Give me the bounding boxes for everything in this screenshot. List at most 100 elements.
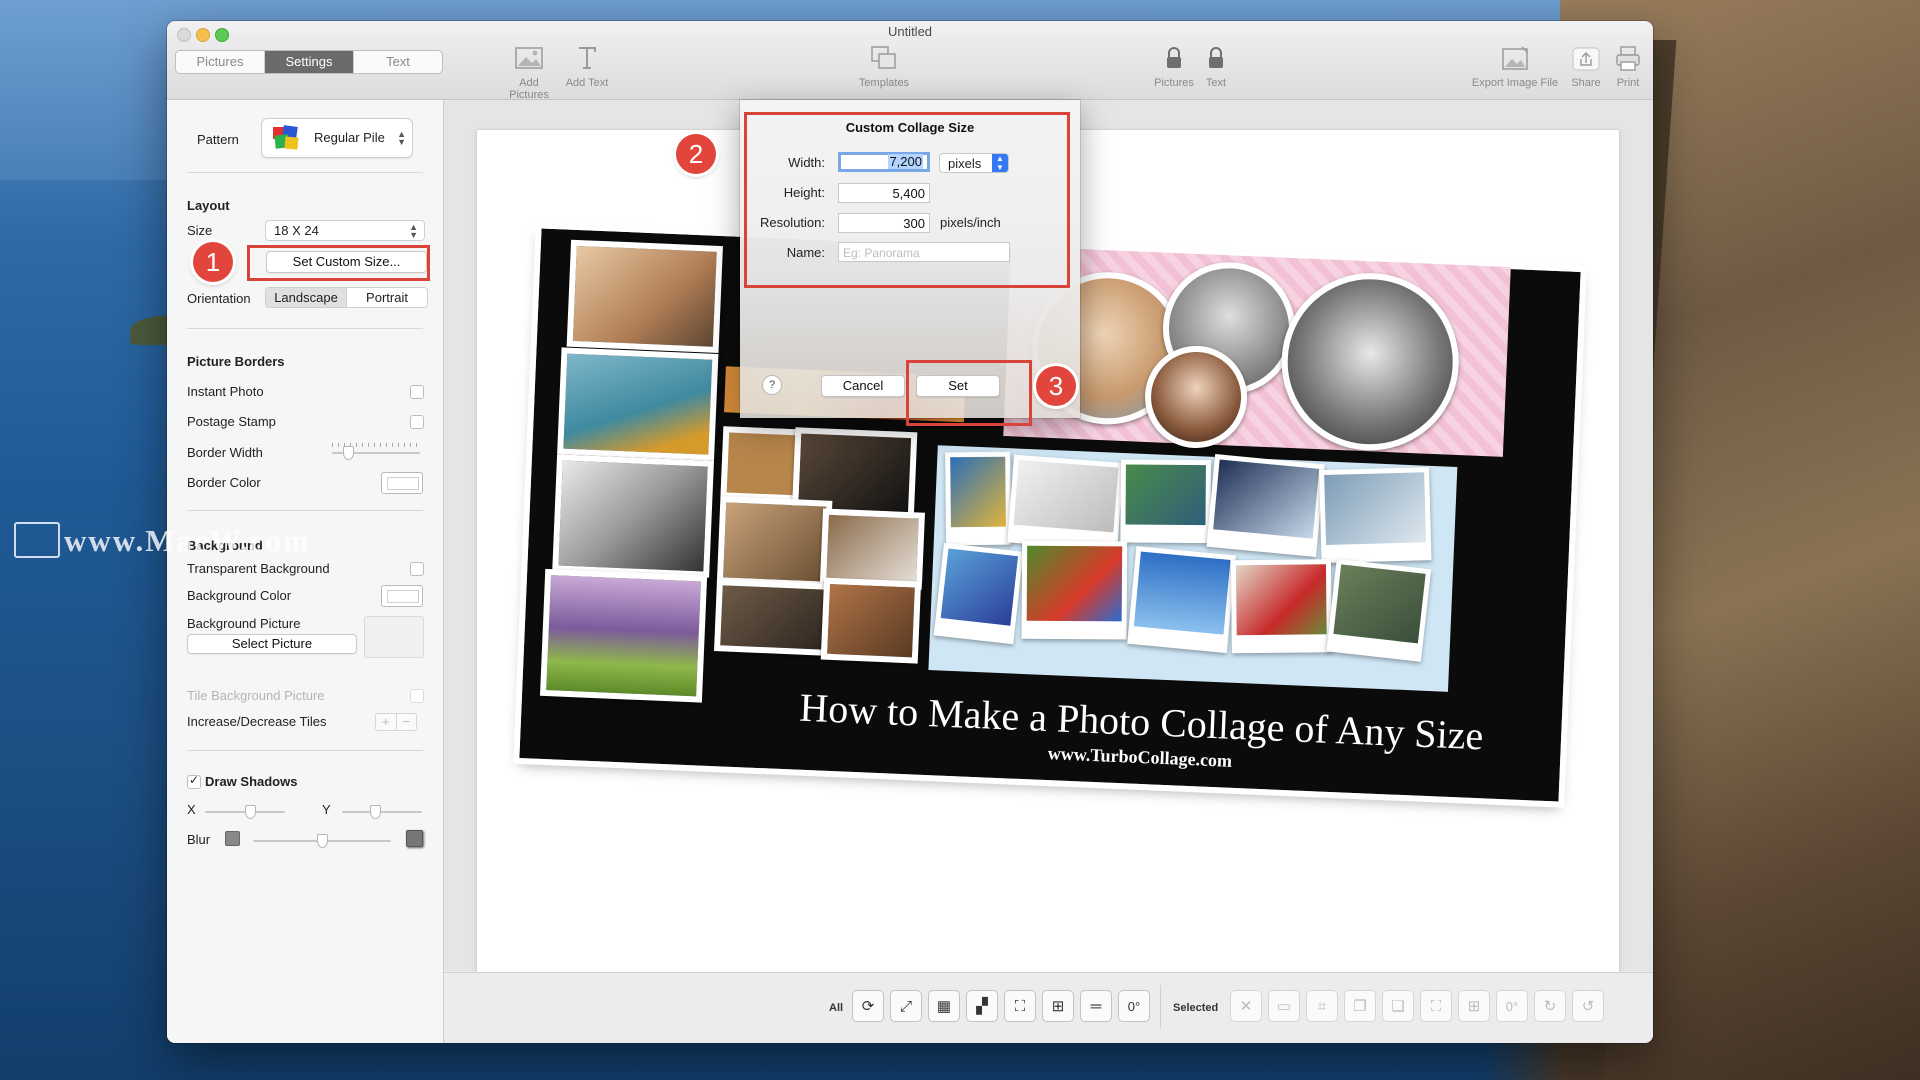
reset-rotation-button[interactable]: 0°	[1118, 990, 1150, 1022]
bring-front-icon: ❐	[1353, 998, 1367, 1015]
divider	[187, 172, 423, 173]
collage-photo[interactable]	[714, 579, 834, 656]
blur-min-icon	[225, 831, 240, 846]
rotate-left-button[interactable]: ↺	[1572, 990, 1604, 1022]
replace-picture-button[interactable]: ▭	[1268, 990, 1300, 1022]
minus-icon[interactable]: −	[397, 714, 417, 730]
add-text-button[interactable]: Add Text	[565, 45, 609, 89]
pattern-value: Regular Pile	[314, 130, 385, 145]
collage-photo[interactable]	[552, 454, 714, 578]
orientation-portrait[interactable]: Portrait	[347, 288, 427, 307]
print-label: Print	[1616, 77, 1640, 89]
reset-selected-rotation-button[interactable]: 0°	[1496, 990, 1528, 1022]
grid-icon: ▦	[936, 998, 952, 1015]
blur-slider-knob[interactable]	[317, 834, 328, 848]
send-back-button[interactable]: ❏	[1382, 990, 1414, 1022]
collage-photo[interactable]	[820, 577, 922, 664]
transparent-background-checkbox[interactable]	[410, 562, 424, 576]
fill-selected-button[interactable]: ⛶	[1420, 990, 1452, 1022]
tile-background-label: Tile Background Picture	[187, 688, 325, 703]
rotate-right-button[interactable]: ↻	[1534, 990, 1566, 1022]
templates-icon	[854, 45, 914, 73]
transparent-background-label: Transparent Background	[187, 561, 330, 576]
tab-pictures[interactable]: Pictures	[176, 51, 265, 73]
mosaic-layout-button[interactable]: ▞	[966, 990, 998, 1022]
center-selected-button[interactable]: ⊞	[1458, 990, 1490, 1022]
orientation-control: Landscape Portrait	[265, 287, 428, 308]
collage-photo[interactable]	[539, 568, 708, 703]
selected-label: Selected	[1173, 1002, 1219, 1014]
close-icon: ✕	[1239, 998, 1253, 1015]
plus-icon[interactable]: +	[376, 714, 397, 730]
share-label: Share	[1571, 77, 1601, 89]
text-icon	[565, 45, 609, 73]
divider	[187, 750, 423, 751]
shuffle-all-button[interactable]: ⟳	[852, 990, 884, 1022]
polaroid-photo[interactable]	[1326, 558, 1432, 662]
polaroid-photo[interactable]	[1206, 454, 1325, 557]
instant-photo-label: Instant Photo	[187, 384, 264, 399]
collage-photo[interactable]	[716, 496, 833, 588]
expand-icon: ⤢	[899, 997, 912, 1015]
polaroid-photo[interactable]	[1319, 467, 1432, 564]
pattern-popup[interactable]: Regular Pile ▲ ▼	[261, 118, 413, 158]
tile-background-checkbox[interactable]	[410, 689, 424, 703]
center-button[interactable]: ⊞	[1042, 990, 1074, 1022]
tab-text[interactable]: Text	[354, 51, 442, 73]
tab-settings[interactable]: Settings	[265, 51, 354, 73]
annotation-highlight	[906, 360, 1032, 426]
polaroid-photo[interactable]	[1127, 546, 1236, 654]
orientation-label: Orientation	[187, 291, 251, 306]
printer-icon	[1611, 45, 1645, 73]
export-image-button[interactable]: Export Image File	[1467, 45, 1563, 89]
print-button[interactable]: Print	[1611, 45, 1645, 89]
polaroid-photo[interactable]	[1021, 540, 1128, 640]
lock-text-button[interactable]: Text	[1199, 45, 1233, 89]
orientation-landscape[interactable]: Landscape	[266, 288, 347, 307]
share-button[interactable]: Share	[1566, 45, 1606, 89]
grid-layout-button[interactable]: ▦	[928, 990, 960, 1022]
draw-shadows-checkbox[interactable]	[187, 773, 201, 789]
collage-photo[interactable]	[557, 347, 719, 461]
shadow-y-slider-knob[interactable]	[370, 805, 381, 819]
templates-button[interactable]: Templates	[854, 45, 914, 89]
chevron-updown-icon: ▲ ▼	[409, 222, 418, 240]
background-picture-well[interactable]	[364, 616, 424, 658]
cancel-button[interactable]: Cancel	[821, 375, 905, 397]
add-pictures-button[interactable]: Add Pictures	[499, 45, 559, 101]
polaroid-photo[interactable]	[1007, 454, 1124, 551]
crop-button[interactable]: ⌗	[1306, 990, 1338, 1022]
border-color-well[interactable]	[381, 472, 423, 494]
title-bar: Untitled Pictures Settings Text Add Pict…	[167, 21, 1653, 101]
collage-photo[interactable]	[566, 239, 723, 353]
tiles-stepper: + −	[375, 713, 417, 731]
fill-icon: ⛶	[1014, 997, 1026, 1015]
polaroid-photo[interactable]	[945, 451, 1012, 546]
lock-icon	[1199, 45, 1233, 73]
border-width-slider-knob[interactable]	[343, 446, 354, 460]
background-color-well[interactable]	[381, 585, 423, 607]
shadow-x-slider-knob[interactable]	[245, 805, 256, 819]
select-picture-button[interactable]: Select Picture	[187, 634, 357, 654]
bring-front-button[interactable]: ❐	[1344, 990, 1376, 1022]
instant-photo-checkbox[interactable]	[410, 385, 424, 399]
border-color-label: Border Color	[187, 475, 261, 490]
size-popup[interactable]: 18 X 24 ▲ ▼	[265, 220, 425, 241]
annotation-highlight	[744, 112, 1070, 288]
fill-button[interactable]: ⛶	[1004, 990, 1036, 1022]
polaroid-photo[interactable]	[1120, 459, 1211, 544]
align-button[interactable]: ═	[1080, 990, 1112, 1022]
delete-selected-button[interactable]: ✕	[1230, 990, 1262, 1022]
divider	[187, 510, 423, 511]
shadow-y-slider[interactable]	[342, 811, 422, 813]
fit-all-button[interactable]: ⤢	[890, 990, 922, 1022]
annotation-badge-3: 3	[1036, 366, 1076, 406]
polaroid-photo[interactable]	[933, 542, 1024, 645]
lock-pictures-button[interactable]: Pictures	[1151, 45, 1197, 89]
shadow-x-label: X	[187, 802, 196, 817]
polaroid-photo[interactable]	[1230, 559, 1332, 654]
window-title: Untitled	[887, 24, 933, 39]
add-picture-icon	[499, 45, 559, 73]
postage-stamp-checkbox[interactable]	[410, 415, 424, 429]
help-button[interactable]: ?	[762, 375, 782, 395]
